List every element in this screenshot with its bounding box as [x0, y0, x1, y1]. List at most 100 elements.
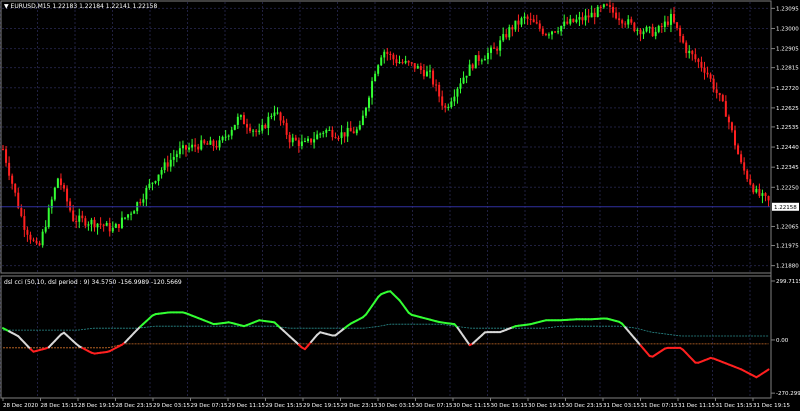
candle — [432, 68, 435, 88]
candle — [148, 179, 151, 190]
candle — [358, 120, 361, 131]
candle — [560, 25, 563, 36]
candle — [618, 12, 621, 26]
candle — [14, 183, 17, 197]
candle — [520, 16, 523, 28]
candle — [303, 137, 306, 143]
candle — [386, 47, 389, 61]
candle — [154, 180, 157, 185]
candle — [285, 118, 288, 140]
candle — [694, 48, 697, 63]
candle — [508, 24, 511, 41]
candle — [608, 0, 611, 13]
candle — [688, 45, 691, 59]
candle — [59, 173, 62, 190]
candle — [163, 158, 166, 174]
candle — [17, 187, 20, 210]
candle — [377, 64, 380, 77]
candle — [404, 55, 407, 65]
candle — [630, 16, 633, 25]
candle — [72, 204, 75, 223]
price-tick-label: 1.22625 — [776, 106, 799, 112]
candle — [544, 32, 547, 37]
indicator-segment — [764, 368, 770, 373]
candle — [69, 198, 72, 213]
candle — [99, 217, 102, 229]
candle — [185, 144, 187, 157]
candle — [267, 112, 270, 136]
candle — [633, 21, 636, 33]
candle — [596, 4, 599, 18]
chart-menu-triangle-icon[interactable]: ▼ — [4, 3, 9, 10]
candle — [730, 121, 733, 133]
indicator-tick-label: 299.7115 — [776, 279, 800, 285]
candle — [114, 222, 117, 229]
price-tick-label: 1.23000 — [776, 26, 799, 32]
candle — [612, 2, 614, 18]
candle — [441, 90, 444, 110]
candle — [764, 192, 767, 202]
candle — [215, 140, 218, 150]
candle — [264, 123, 267, 130]
candle — [194, 138, 197, 153]
time-tick-label: 30 Dec 03:15 — [378, 403, 415, 409]
candle — [374, 71, 377, 82]
indicator-panel-frame — [0, 275, 772, 399]
time-tick-label: 28 Dec 2020 — [3, 403, 39, 409]
time-tick-label: 28 Dec 15:15 — [41, 403, 78, 409]
candle — [758, 183, 761, 198]
candle — [197, 143, 200, 153]
candle — [166, 155, 169, 172]
candle — [181, 140, 184, 155]
candle — [547, 32, 550, 39]
candle — [627, 15, 630, 29]
candle — [715, 82, 718, 99]
candle — [700, 56, 703, 72]
candle — [307, 136, 309, 143]
candle — [322, 131, 325, 138]
time-tick-label: 30 Dec 15:15 — [491, 403, 528, 409]
time-tick-label: 29 Dec 11:15 — [228, 403, 265, 409]
candle — [325, 128, 328, 138]
candle — [563, 14, 566, 30]
candle — [401, 58, 404, 65]
price-tick-label: 1.22440 — [776, 145, 799, 151]
time-tick-label: 29 Dec 07:15 — [191, 403, 228, 409]
time-tick-label: 29 Dec 19:15 — [303, 403, 340, 409]
candle — [575, 14, 578, 24]
candle — [746, 168, 749, 182]
upper-level-line — [3, 323, 769, 337]
candle — [90, 217, 93, 232]
candle — [157, 174, 160, 186]
candle — [535, 14, 538, 25]
candle — [120, 211, 123, 230]
candle — [32, 237, 35, 242]
candle — [749, 174, 752, 186]
candle — [142, 193, 145, 207]
time-tick-label: 28 Dec 19:15 — [78, 403, 115, 409]
candle — [605, 3, 608, 7]
candle — [270, 113, 273, 120]
candle — [81, 210, 84, 223]
indicator-header: dsl cci (50,10, dsl period : 9) 34.5750 … — [4, 279, 182, 286]
price-tick-label: 1.21975 — [776, 244, 799, 250]
symbol-header: ▼ EURUSD,M15 1.22183 1.22184 1.22141 1.2… — [4, 3, 157, 10]
candle — [447, 103, 450, 111]
candle — [450, 97, 453, 109]
candle — [496, 46, 499, 55]
candle — [590, 5, 593, 18]
candle — [239, 114, 242, 120]
candle — [105, 221, 108, 226]
candle — [474, 55, 477, 69]
candle — [651, 23, 654, 37]
candle — [621, 18, 624, 29]
candle — [505, 29, 508, 40]
trading-chart[interactable]: 1.23095 1.23000 1.22905 1.22815 1.22720 1.226… — [0, 0, 800, 411]
candle — [255, 128, 258, 137]
candle — [648, 26, 651, 34]
candle — [218, 135, 221, 151]
candle — [66, 185, 69, 208]
candle — [465, 75, 468, 84]
candle — [29, 231, 32, 244]
candle — [566, 16, 569, 25]
